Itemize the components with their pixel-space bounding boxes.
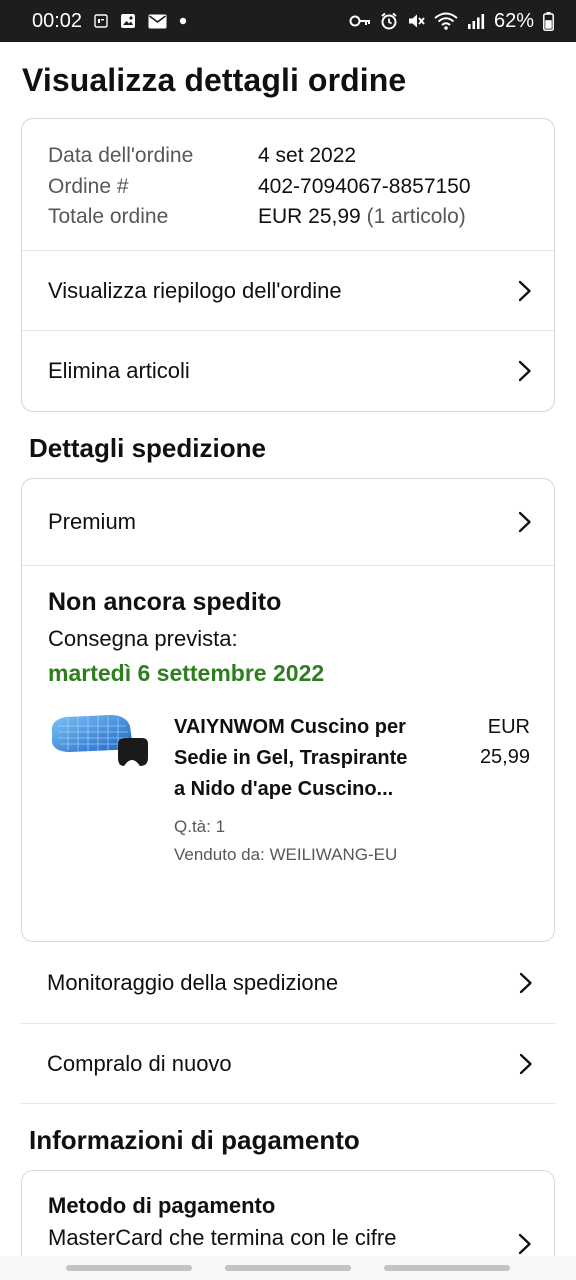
- product-price-amount: 25,99: [479, 746, 530, 768]
- order-date-label: Data dell'ordine: [48, 144, 194, 167]
- battery-icon: [543, 11, 554, 31]
- chevron-right-icon: [519, 972, 533, 994]
- mute-icon: [407, 12, 425, 30]
- dot-icon: [179, 17, 187, 25]
- product-title[interactable]: VAIYNWOM Cuscino per Sedie in Gel, Trasp…: [174, 712, 414, 805]
- order-total-items: (1 articolo): [366, 205, 466, 228]
- chevron-right-icon: [518, 511, 532, 533]
- product-seller: Venduto da: WEILIWANG-EU: [174, 845, 398, 864]
- product-image[interactable]: [48, 712, 150, 772]
- alarm-icon: [380, 12, 398, 30]
- track-shipment-link[interactable]: Monitoraggio della spedizione: [21, 942, 555, 1024]
- expected-delivery-date: martedì 6 settembre 2022: [48, 660, 325, 686]
- chevron-right-icon: [518, 1233, 532, 1255]
- key-icon: [349, 14, 371, 28]
- order-number-value: 402-7094067-8857150: [258, 174, 471, 198]
- signal-icon: [467, 13, 485, 29]
- delete-items-label: Elimina articoli: [48, 358, 190, 383]
- delete-items-link[interactable]: Elimina articoli: [22, 331, 554, 411]
- payment-section-title: Informazioni di pagamento: [29, 1125, 360, 1155]
- shipping-section-title: Dettagli spedizione: [29, 433, 266, 463]
- navigation-bar: [0, 1256, 576, 1280]
- shipping-method-label: Premium: [48, 509, 137, 534]
- order-summary: Data dell'ordine 4 set 2022 Ordine # 402…: [22, 119, 554, 251]
- buy-again-link[interactable]: Compralo di nuovo: [21, 1024, 555, 1104]
- shipment-status: Non ancora spedito: [48, 588, 282, 616]
- order-item[interactable]: VAIYNWOM Cuscino per Sedie in Gel, Trasp…: [48, 712, 530, 869]
- payment-method-title: Metodo di pagamento: [48, 1193, 276, 1218]
- order-info-card: Data dell'ordine 4 set 2022 Ordine # 402…: [21, 118, 555, 412]
- order-date-value: 4 set 2022: [258, 144, 357, 167]
- battery-percent: 62%: [493, 9, 534, 32]
- nav-home-handle[interactable]: [224, 1265, 351, 1271]
- order-number-label: Ordine #: [48, 174, 129, 198]
- status-time: 00:02: [32, 9, 83, 32]
- product-price-currency: EUR: [487, 716, 530, 738]
- shipment-body: Non ancora spedito Consegna prevista: ma…: [22, 566, 554, 941]
- nav-back-handle[interactable]: [383, 1265, 510, 1271]
- buy-again-label: Compralo di nuovo: [47, 1050, 232, 1076]
- chevron-right-icon: [519, 1053, 533, 1075]
- payment-method-desc: MasterCard che termina con le cifre: [48, 1225, 397, 1250]
- nav-recents-handle[interactable]: [66, 1265, 193, 1271]
- mail-icon: [148, 14, 167, 29]
- view-order-summary-label: Visualizza riepilogo dell'ordine: [48, 277, 342, 303]
- expected-delivery-label: Consegna prevista:: [48, 626, 238, 651]
- shipping-method-row[interactable]: Premium: [22, 479, 554, 566]
- view-order-summary-link[interactable]: Visualizza riepilogo dell'ordine: [22, 251, 554, 331]
- chevron-right-icon: [518, 280, 532, 302]
- product-price: EUR 25,99: [480, 712, 530, 869]
- shipment-card: Premium Non ancora spedito Consegna prev…: [21, 478, 555, 942]
- page-title: Visualizza dettagli ordine: [22, 62, 407, 98]
- news-icon: [94, 14, 108, 28]
- status-bar: 00:02 62%: [0, 0, 576, 42]
- chevron-right-icon: [518, 360, 532, 382]
- gallery-icon: [120, 13, 136, 29]
- product-quantity: Q.tà: 1: [174, 817, 226, 836]
- track-shipment-label: Monitoraggio della spedizione: [47, 969, 339, 995]
- order-total-label: Totale ordine: [48, 205, 169, 228]
- wifi-icon: [434, 12, 458, 30]
- order-total-value: EUR 25,99: [258, 205, 361, 228]
